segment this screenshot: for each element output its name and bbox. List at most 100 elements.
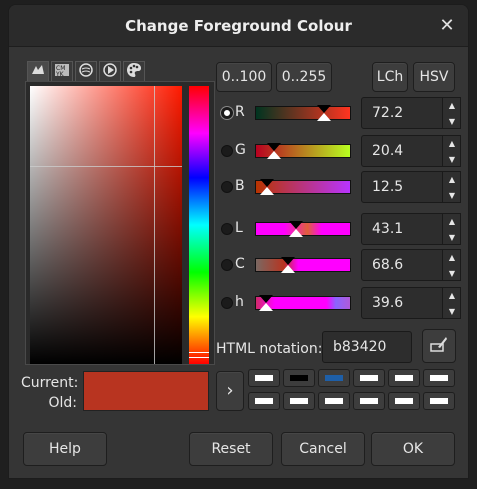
- channel-slider[interactable]: [255, 106, 351, 120]
- spin-down-button[interactable]: ▼: [443, 266, 461, 282]
- channel-label: C: [235, 256, 245, 272]
- spin-up-button[interactable]: ▲: [443, 214, 461, 230]
- history-color-chip: [325, 398, 343, 404]
- title-bar: Change Foreground Colour ✕: [9, 5, 468, 47]
- slider-marker-bottom: [289, 229, 304, 237]
- channel-label: G: [235, 142, 246, 158]
- channel-radio[interactable]: [221, 107, 233, 119]
- spin-down-button[interactable]: ▼: [443, 230, 461, 246]
- spin-up-button[interactable]: ▲: [443, 136, 461, 152]
- channel-radio[interactable]: [221, 145, 233, 157]
- lch-button[interactable]: LCh: [372, 62, 408, 92]
- slider-marker-top: [280, 257, 295, 265]
- history-color-chip: [430, 375, 448, 381]
- reset-button[interactable]: Reset: [189, 432, 273, 466]
- history-color-button[interactable]: [318, 369, 350, 387]
- help-button[interactable]: Help: [23, 432, 107, 466]
- selector-tabs: CM YK: [27, 61, 145, 83]
- history-color-button[interactable]: [423, 369, 455, 387]
- eyedropper-icon: [429, 334, 449, 358]
- tab-cmyk[interactable]: CM YK: [51, 61, 73, 81]
- ok-button[interactable]: OK: [371, 432, 455, 466]
- history-color-button[interactable]: [353, 369, 385, 387]
- channel-spinner: ▲ ▼: [443, 213, 461, 245]
- triangle-icon: [102, 62, 118, 81]
- tab-gimp-selector[interactable]: [27, 61, 49, 81]
- channel-spinner: ▲ ▼: [443, 135, 461, 167]
- history-color-button[interactable]: [388, 369, 420, 387]
- history-color-chip: [255, 398, 273, 404]
- slider-marker-bottom: [258, 303, 273, 311]
- history-color-button[interactable]: [353, 392, 385, 410]
- channel-value-input[interactable]: 39.6: [361, 287, 443, 319]
- watercolor-icon: [78, 62, 94, 81]
- spin-down-button[interactable]: ▼: [443, 152, 461, 168]
- tab-palette[interactable]: [123, 61, 145, 81]
- current-label: Current:: [21, 375, 79, 391]
- channel-row-r: R 72.2 ▲ ▼: [221, 97, 461, 129]
- channel-spinner: ▲ ▼: [443, 97, 461, 129]
- tab-triangle[interactable]: [99, 61, 121, 81]
- svg-text:YK: YK: [55, 71, 65, 78]
- history-color-button[interactable]: [248, 392, 280, 410]
- close-button[interactable]: ✕: [436, 15, 458, 37]
- html-notation-label: HTML notation:: [216, 341, 323, 357]
- crosshair-horizontal: [30, 166, 182, 167]
- channel-spinner: ▲ ▼: [443, 249, 461, 281]
- wilber-icon: [30, 62, 46, 81]
- color-history: [248, 369, 458, 413]
- channel-radio[interactable]: [221, 259, 233, 271]
- color-picker-button[interactable]: [422, 329, 456, 363]
- channel-slider[interactable]: [255, 258, 351, 272]
- spin-down-button[interactable]: ▼: [443, 188, 461, 204]
- spin-down-button[interactable]: ▼: [443, 114, 461, 130]
- slider-marker-top: [289, 221, 304, 229]
- history-color-button[interactable]: [248, 369, 280, 387]
- slider-marker-top: [267, 143, 282, 151]
- channel-label: h: [235, 294, 244, 310]
- spin-up-button[interactable]: ▲: [443, 288, 461, 304]
- slider-marker-bottom: [267, 151, 282, 159]
- history-color-button[interactable]: [423, 392, 455, 410]
- add-to-history-button[interactable]: ›: [216, 371, 244, 411]
- channel-row-l: L 43.1 ▲ ▼: [221, 213, 461, 245]
- history-color-chip: [430, 398, 448, 404]
- html-notation-input[interactable]: b83420: [322, 331, 412, 363]
- range-0-255-button[interactable]: 0..255: [276, 62, 332, 92]
- hsv-button[interactable]: HSV: [413, 62, 455, 92]
- spin-up-button[interactable]: ▲: [443, 250, 461, 266]
- history-color-chip: [290, 375, 308, 381]
- history-color-chip: [395, 398, 413, 404]
- color-picker-area: [25, 81, 215, 365]
- channel-label: B: [235, 178, 245, 194]
- cancel-button[interactable]: Cancel: [281, 432, 365, 466]
- history-color-button[interactable]: [388, 392, 420, 410]
- channel-label: L: [235, 220, 243, 236]
- channel-value-input[interactable]: 43.1: [361, 213, 443, 245]
- crosshair-vertical: [154, 86, 155, 364]
- channel-label: R: [235, 104, 245, 120]
- channel-value-input[interactable]: 12.5: [361, 171, 443, 203]
- channel-value-input[interactable]: 20.4: [361, 135, 443, 167]
- history-color-button[interactable]: [318, 392, 350, 410]
- saturation-value-field[interactable]: [30, 86, 182, 364]
- slider-marker-top: [258, 295, 273, 303]
- spin-down-button[interactable]: ▼: [443, 304, 461, 320]
- range-0-100-button[interactable]: 0..100: [216, 62, 272, 92]
- slider-marker-bottom: [280, 265, 295, 273]
- hue-strip[interactable]: [189, 86, 209, 364]
- history-color-button[interactable]: [283, 392, 315, 410]
- tab-watercolor[interactable]: [75, 61, 97, 81]
- history-color-chip: [395, 375, 413, 381]
- channel-value-input[interactable]: 68.6: [361, 249, 443, 281]
- channel-radio[interactable]: [221, 181, 233, 193]
- channel-value-input[interactable]: 72.2: [361, 97, 443, 129]
- spin-up-button[interactable]: ▲: [443, 98, 461, 114]
- channel-row-h: h 39.6 ▲ ▼: [221, 287, 461, 319]
- spin-up-button[interactable]: ▲: [443, 172, 461, 188]
- channel-radio[interactable]: [221, 297, 233, 309]
- channel-spinner: ▲ ▼: [443, 287, 461, 319]
- history-color-button[interactable]: [283, 369, 315, 387]
- dialog-title: Change Foreground Colour: [125, 17, 352, 35]
- channel-radio[interactable]: [221, 223, 233, 235]
